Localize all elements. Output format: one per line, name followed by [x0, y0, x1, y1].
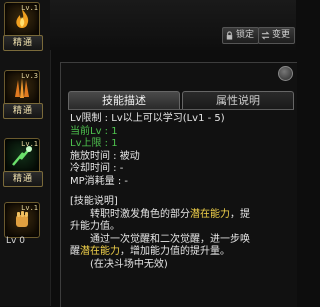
tab-attribute-info[interactable]: 属性说明	[182, 91, 294, 109]
skill-level-tag: Lv.1	[21, 4, 38, 12]
max-level-row: Lv上限 : 1	[70, 138, 294, 151]
skill-slot-3[interactable]: Lv.1 精通	[2, 138, 46, 196]
skill-level-tag: Lv.3	[21, 72, 38, 80]
skill-slot-4[interactable]: Lv.1	[2, 202, 46, 260]
current-level-value: 1	[111, 125, 118, 137]
mp-cost-row: MP消耗量 : -	[70, 175, 128, 187]
text-segment: 醒	[70, 246, 80, 257]
scroll-knob-icon[interactable]	[278, 66, 293, 81]
highlight-potential: 潜在能力	[190, 208, 230, 220]
skill-slot-1[interactable]: Lv.1 精通	[2, 2, 46, 60]
skill-icon-spark[interactable]: Lv.1	[4, 138, 40, 174]
top-bar: 锁定 变更	[50, 0, 296, 50]
explanation-line-4: 醒潜在能力，增加能力值的提升量。	[70, 246, 294, 259]
highlight-potential: 潜在能力	[80, 246, 120, 257]
cast-time-row: 施放时间 : 被动	[70, 150, 140, 162]
explanation-line-5: (在决斗场中无效)	[90, 258, 168, 270]
mastery-badge: 精通	[3, 171, 43, 187]
level-limit-row: Lv限制 : Lv以上可以学习(Lv1 - 5)	[70, 113, 294, 126]
skill-explanation: [技能说明] 转职时激发角色的部分潜在能力，提 升能力值。 通过一次觉醒和二次觉…	[70, 196, 294, 271]
lock-icon	[226, 31, 233, 40]
mastery-badge: 精通	[3, 35, 43, 51]
lock-label: 锁定	[236, 30, 255, 40]
skill-slot-2[interactable]: Lv.3 精通	[2, 70, 46, 128]
lock-button[interactable]: 锁定	[222, 27, 260, 44]
swap-icon	[261, 31, 270, 40]
skill-icon-fist[interactable]: Lv.1	[4, 202, 40, 238]
skill-description-content: Lv限制 : Lv以上可以学习(Lv1 - 5) 当前Lv : 1 Lv上限 :…	[70, 113, 294, 271]
max-level-label: Lv上限 :	[70, 138, 112, 149]
tab-divider	[68, 109, 294, 110]
skill-level-tag: Lv.1	[21, 140, 38, 148]
tab-skill-description[interactable]: 技能描述	[68, 91, 180, 109]
info-tabs: 技能描述 属性说明	[68, 91, 294, 109]
mastery-badge: 精通	[3, 103, 43, 119]
skill-sidebar: Lv.1 精通 Lv.3 精通 Lv.1 精通 Lv.1 Lv 0	[0, 0, 51, 306]
change-label: 变更	[272, 30, 291, 40]
text-segment: ，增加能力值的提升量。	[120, 246, 230, 257]
change-button[interactable]: 变更	[258, 27, 296, 44]
level-limit-value: Lv以上可以学习(Lv1 - 5)	[111, 113, 225, 124]
cooldown-row: 冷却时间 : -	[70, 163, 124, 174]
skill-icon-flame[interactable]: Lv.1	[4, 2, 40, 38]
text-segment: 转职时激发角色的部分	[90, 208, 190, 220]
text-segment: ，提	[230, 208, 250, 220]
max-level-value: 1	[111, 138, 118, 149]
explanation-line-2: 升能力值。	[70, 221, 120, 232]
skill-level-tag: Lv.1	[21, 204, 38, 212]
explanation-header: [技能说明]	[70, 196, 118, 207]
explanation-line-1: 转职时激发角色的部分潜在能力，提	[70, 209, 294, 222]
current-level-label: 当前Lv :	[70, 125, 112, 137]
current-level-row: 当前Lv : 1	[70, 126, 294, 139]
skill-icon-claw[interactable]: Lv.3	[4, 70, 40, 106]
level-limit-label: Lv限制 :	[70, 113, 112, 124]
skill-slot-4-level: Lv 0	[6, 236, 25, 246]
explanation-line-3: 通过一次觉醒和二次觉醒，进一步唤	[90, 233, 250, 245]
